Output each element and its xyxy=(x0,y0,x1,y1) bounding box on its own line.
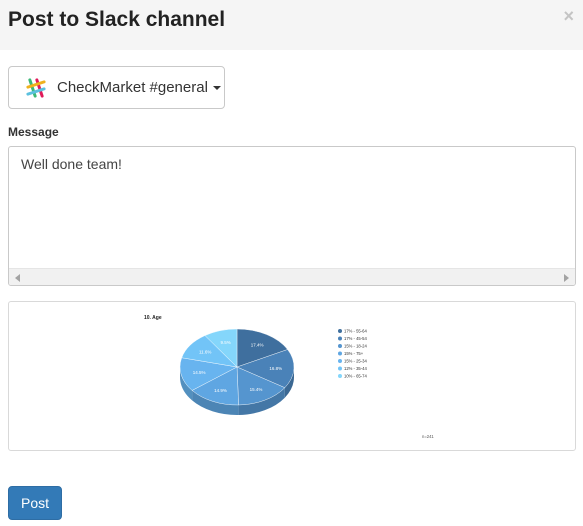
legend-swatch xyxy=(338,366,342,371)
close-icon[interactable]: × xyxy=(563,6,574,27)
message-textarea[interactable]: Well done team! xyxy=(8,146,576,286)
pie-slice-label: 14.9% xyxy=(214,388,227,393)
slack-logo-icon xyxy=(26,77,46,98)
age-pie-chart: 10. Age 17.4% 16.8% 15.4% 14.9% 14.5% 11.6% 9.… xyxy=(144,315,434,439)
legend-label: 15% - 75+ xyxy=(344,351,364,356)
legend-label: 12% - 35-44 xyxy=(344,366,367,371)
legend-swatch xyxy=(338,359,342,363)
modal-title: Post to Slack channel xyxy=(8,8,226,31)
legend-swatch xyxy=(338,344,342,348)
post-button[interactable]: Post xyxy=(8,486,62,520)
pie-slice-label: 15.4% xyxy=(250,387,263,392)
message-label: Message xyxy=(8,125,59,139)
message-text: Well done team! xyxy=(21,156,122,172)
chevron-down-icon xyxy=(212,85,221,90)
horizontal-scrollbar[interactable] xyxy=(9,268,575,285)
legend-label: 17% - 45-54 xyxy=(344,336,367,341)
legend-swatch xyxy=(338,336,342,341)
legend-label: 15% - 18-24 xyxy=(344,344,367,349)
scroll-left-icon[interactable] xyxy=(15,274,20,282)
chart-preview: 10. Age 17.4% 16.8% 15.4% 14.9% 14.5% 11.6% 9.… xyxy=(8,301,576,451)
chart-title: 10. Age xyxy=(144,315,162,321)
channel-label: CheckMarket #general xyxy=(57,79,208,96)
pie-slice-label: 14.5% xyxy=(193,370,206,375)
legend-swatch xyxy=(338,329,342,333)
legend-swatch xyxy=(338,374,342,378)
channel-dropdown[interactable]: CheckMarket #general xyxy=(8,66,225,109)
legend-label: 10% - 65-74 xyxy=(344,374,367,379)
modal-header: Post to Slack channel × xyxy=(0,0,583,50)
pie-slice-label: 9.5% xyxy=(220,340,230,345)
pie-slice-label: 17.4% xyxy=(251,342,264,347)
pie-slice-label: 11.6% xyxy=(199,350,211,355)
legend-swatch xyxy=(338,351,342,356)
legend-label: 15% - 25-34 xyxy=(344,359,367,364)
chart-note: n=241 xyxy=(422,434,434,439)
legend-label: 17% - 55-64 xyxy=(344,329,367,334)
scroll-right-icon[interactable] xyxy=(564,274,569,282)
pie-slice-label: 16.8% xyxy=(269,366,282,371)
